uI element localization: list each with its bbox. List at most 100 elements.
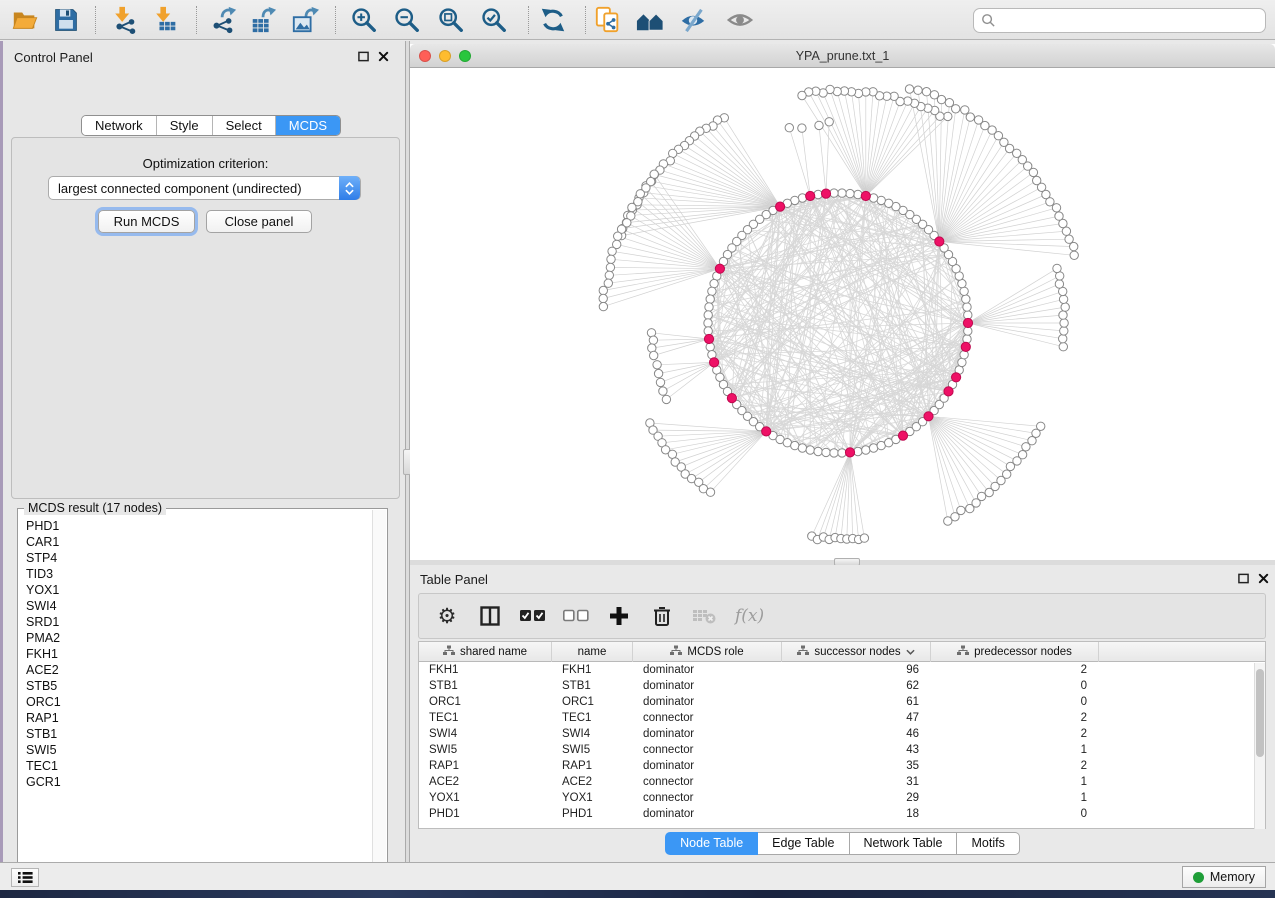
select-all-rows-icon[interactable]: [520, 603, 546, 629]
column-header-successor-nodes[interactable]: successor nodes: [782, 642, 931, 662]
list-item[interactable]: ORC1: [19, 694, 371, 710]
list-item[interactable]: PMA2: [19, 630, 371, 646]
float-panel-icon[interactable]: [1238, 573, 1249, 584]
tab-edge-table[interactable]: Edge Table: [758, 832, 849, 855]
table-cell: YOX1: [552, 790, 633, 806]
task-history-button[interactable]: [11, 868, 39, 887]
table-row[interactable]: FKH1FKH1dominator962: [419, 662, 1265, 678]
list-item[interactable]: PHD1: [19, 518, 371, 534]
table-row[interactable]: TEC1TEC1connector472: [419, 710, 1265, 726]
table-cell: FKH1: [419, 662, 552, 678]
table-panel: Table Panel ⚙ f(x) shared namenameMCDS r…: [410, 565, 1275, 862]
zoom-out-icon[interactable]: [390, 4, 424, 36]
tab-mcds[interactable]: MCDS: [275, 116, 340, 135]
hide-selected-icon[interactable]: [676, 4, 710, 36]
table-row[interactable]: RAP1RAP1dominator352: [419, 758, 1265, 774]
toolbar-separator: [95, 6, 96, 34]
result-scrollbar[interactable]: [372, 510, 386, 878]
close-window-icon[interactable]: [419, 50, 431, 62]
tab-select[interactable]: Select: [212, 116, 275, 135]
table-cell: 31: [782, 774, 931, 790]
tab-node-table[interactable]: Node Table: [665, 832, 758, 855]
scrollbar-thumb[interactable]: [1256, 669, 1264, 757]
export-network-icon[interactable]: [207, 4, 241, 36]
mcds-result-title: MCDS result (17 nodes): [24, 501, 166, 515]
run-mcds-button[interactable]: Run MCDS: [98, 210, 195, 233]
toolbar-separator: [585, 6, 586, 34]
list-item[interactable]: SWI5: [19, 742, 371, 758]
list-item[interactable]: CAR1: [19, 534, 371, 550]
select-stepper-icon: [339, 176, 360, 200]
list-item[interactable]: YOX1: [19, 582, 371, 598]
list-item[interactable]: SWI4: [19, 598, 371, 614]
deselect-all-rows-icon[interactable]: [563, 603, 589, 629]
share-document-icon[interactable]: [591, 4, 625, 36]
close-panel-icon[interactable]: [378, 51, 389, 62]
save-session-icon[interactable]: [49, 4, 83, 36]
column-header-shared-name[interactable]: shared name: [419, 642, 552, 662]
table-cell: 1: [931, 790, 1099, 806]
tab-network-table[interactable]: Network Table: [850, 832, 958, 855]
table-cell: 43: [782, 742, 931, 758]
show-all-icon[interactable]: [723, 4, 757, 36]
table-cell: dominator: [633, 694, 782, 710]
import-table-icon[interactable]: [149, 4, 183, 36]
list-item[interactable]: STB1: [19, 726, 371, 742]
close-panel-button[interactable]: Close panel: [206, 210, 312, 233]
list-item[interactable]: TEC1: [19, 758, 371, 774]
table-row[interactable]: ACE2ACE2connector311: [419, 774, 1265, 790]
tab-motifs[interactable]: Motifs: [957, 832, 1019, 855]
column-header-name[interactable]: name: [552, 642, 633, 662]
table-row[interactable]: PHD1PHD1dominator180: [419, 806, 1265, 822]
memory-button[interactable]: Memory: [1182, 866, 1266, 888]
list-item[interactable]: STB5: [19, 678, 371, 694]
open-file-icon[interactable]: [8, 4, 42, 36]
table-cell: 61: [782, 694, 931, 710]
tab-style[interactable]: Style: [156, 116, 212, 135]
control-panel: Control Panel Network Style Select MCDS …: [0, 41, 405, 862]
table-tabs: Node Table Edge Table Network Table Moti…: [410, 832, 1275, 855]
table-row[interactable]: SWI4SWI4dominator462: [419, 726, 1265, 742]
table-cell: connector: [633, 710, 782, 726]
table-row[interactable]: STB1STB1dominator620: [419, 678, 1265, 694]
list-item[interactable]: TID3: [19, 566, 371, 582]
minimize-window-icon[interactable]: [439, 50, 451, 62]
search-input[interactable]: [996, 12, 1265, 30]
list-item[interactable]: RAP1: [19, 710, 371, 726]
zoom-in-icon[interactable]: [347, 4, 381, 36]
export-image-icon[interactable]: [288, 4, 322, 36]
table-settings-icon[interactable]: ⚙: [434, 603, 460, 629]
network-titlebar[interactable]: YPA_prune.txt_1: [410, 44, 1275, 68]
tab-network[interactable]: Network: [82, 116, 156, 135]
list-item[interactable]: FKH1: [19, 646, 371, 662]
zoom-fit-icon[interactable]: [434, 4, 468, 36]
maximize-window-icon[interactable]: [459, 50, 471, 62]
network-graph[interactable]: [410, 69, 1275, 560]
column-header-predecessor-nodes[interactable]: predecessor nodes: [931, 642, 1099, 662]
criterion-select[interactable]: largest connected component (undirected): [48, 176, 361, 200]
column-visibility-icon[interactable]: [477, 603, 503, 629]
refresh-view-icon[interactable]: [536, 4, 570, 36]
import-network-icon[interactable]: [108, 4, 142, 36]
float-panel-icon[interactable]: [358, 51, 369, 62]
search-box[interactable]: [973, 8, 1266, 33]
first-neighbors-icon[interactable]: [633, 4, 667, 36]
add-column-icon[interactable]: [606, 603, 632, 629]
table-panel-title: Table Panel: [420, 572, 488, 587]
table-cell: SWI4: [552, 726, 633, 742]
close-panel-icon[interactable]: [1258, 573, 1269, 584]
list-item[interactable]: ACE2: [19, 662, 371, 678]
table-cell: 35: [782, 758, 931, 774]
list-item[interactable]: SRD1: [19, 614, 371, 630]
delete-column-icon[interactable]: [649, 603, 675, 629]
table-row[interactable]: YOX1YOX1connector291: [419, 790, 1265, 806]
table-scrollbar[interactable]: [1254, 663, 1265, 829]
column-header-MCDS-role[interactable]: MCDS role: [633, 642, 782, 662]
zoom-selected-icon[interactable]: [477, 4, 511, 36]
network-canvas[interactable]: [410, 69, 1275, 560]
table-row[interactable]: ORC1ORC1dominator610: [419, 694, 1265, 710]
list-item[interactable]: STP4: [19, 550, 371, 566]
table-row[interactable]: SWI5SWI5connector431: [419, 742, 1265, 758]
export-table-icon[interactable]: [246, 4, 280, 36]
list-item[interactable]: GCR1: [19, 774, 371, 790]
